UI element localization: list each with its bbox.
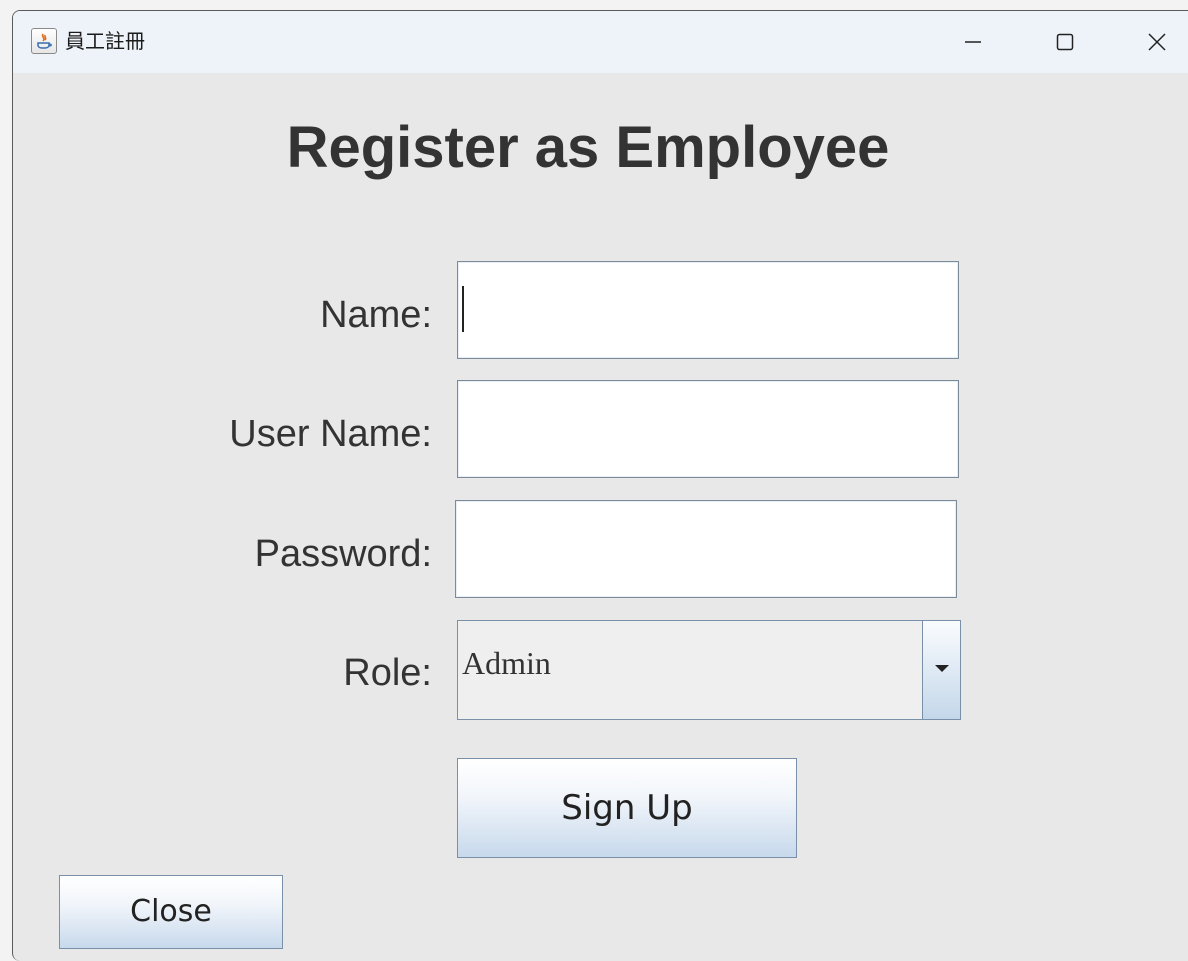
close-icon	[1148, 33, 1166, 51]
password-label: Password:	[254, 533, 432, 575]
minimize-icon	[965, 41, 981, 43]
close-button[interactable]: Close	[59, 875, 283, 949]
name-label: Name:	[320, 294, 432, 336]
name-input[interactable]	[457, 261, 959, 359]
role-selected-value: Admin	[462, 645, 551, 681]
minimize-button[interactable]	[953, 25, 993, 59]
username-input[interactable]	[457, 380, 959, 478]
java-app-icon[interactable]	[31, 28, 57, 54]
maximize-icon	[1056, 33, 1074, 51]
role-dropdown[interactable]: Admin	[457, 620, 961, 720]
username-label: User Name:	[229, 413, 432, 455]
maximize-button[interactable]	[1045, 25, 1085, 59]
role-label: Role:	[343, 652, 432, 694]
close-window-button[interactable]	[1137, 25, 1177, 59]
app-window: 員工註冊 Register as Employee Name: User Nam…	[12, 10, 1188, 961]
sign-up-button[interactable]: Sign Up	[457, 758, 797, 858]
password-input[interactable]	[455, 500, 957, 598]
window-title: 員工註冊	[65, 29, 145, 53]
chevron-down-icon	[935, 665, 949, 672]
form-heading: Register as Employee	[286, 115, 890, 180]
title-bar[interactable]: 員工註冊	[13, 11, 1188, 73]
dropdown-arrow-button[interactable]	[922, 621, 960, 719]
text-caret	[462, 286, 464, 332]
